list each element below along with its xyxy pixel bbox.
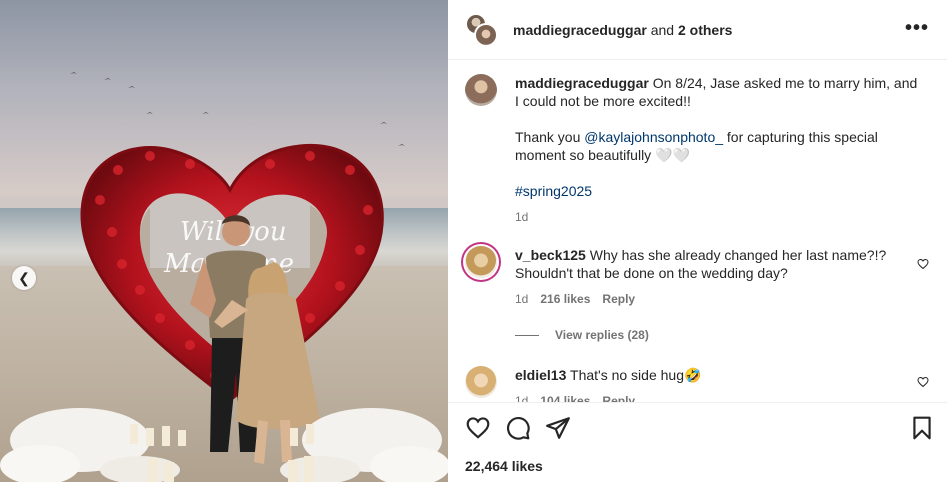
comment-time: 1d (515, 292, 529, 306)
post-panel: maddiegraceduggar and 2 others ••• maddi… (448, 0, 947, 482)
comment-text: v_beck125 Why has she already changed he… (515, 246, 925, 308)
mention-link[interactable]: @kaylajohnsonphoto_ (584, 129, 723, 145)
more-options-button[interactable]: ••• (905, 18, 929, 38)
caption-text: maddiegraceduggar On 8/24, Jase asked me… (515, 74, 925, 226)
caption-username-link[interactable]: maddiegraceduggar (515, 75, 649, 91)
send-icon[interactable] (545, 415, 571, 441)
post-author: maddiegraceduggar and 2 others (513, 22, 732, 38)
divider (515, 334, 539, 336)
post-actions: 22,464 likes (448, 402, 947, 482)
hashtag-link[interactable]: #spring2025 (515, 183, 592, 199)
bookmark-icon[interactable] (909, 415, 935, 441)
view-replies-button[interactable]: View replies (28) (515, 328, 649, 342)
others-link[interactable]: 2 others (678, 22, 732, 38)
heart-icon[interactable] (917, 258, 929, 270)
reply-button[interactable]: Reply (602, 292, 635, 306)
comment-body: That's no side hug🤣 (566, 367, 702, 383)
birds (70, 72, 405, 146)
prev-photo-button[interactable]: ❮ (12, 266, 36, 290)
comment-icon[interactable] (505, 415, 531, 441)
comment: v_beck125 Why has she already changed he… (465, 246, 935, 306)
comment-text: eldiel13 That's no side hug🤣 1d 104 likes… (515, 366, 925, 402)
caption-meta: 1d (515, 208, 925, 226)
author-username-link[interactable]: maddiegraceduggar (513, 22, 647, 38)
collab-avatars[interactable] (465, 12, 499, 47)
comments-section[interactable]: maddiegraceduggar On 8/24, Jase asked me… (448, 60, 947, 402)
post-header: maddiegraceduggar and 2 others ••• (448, 0, 947, 60)
thanks-prefix: Thank you (515, 129, 585, 145)
avatar[interactable] (465, 74, 497, 106)
view-replies-label: View replies (28) (555, 328, 649, 342)
comment: eldiel13 That's no side hug🤣 1d 104 likes… (465, 366, 935, 402)
comment-likes[interactable]: 104 likes (540, 394, 590, 402)
caption-time: 1d (515, 210, 529, 224)
chevron-left-icon: ❮ (18, 269, 30, 286)
likes-count[interactable]: 22,464 likes (465, 458, 543, 474)
reply-button[interactable]: Reply (602, 394, 635, 402)
comment-time: 1d (515, 394, 529, 402)
comment-username-link[interactable]: v_beck125 (515, 247, 586, 263)
avatar[interactable] (465, 366, 497, 398)
caption: maddiegraceduggar On 8/24, Jase asked me… (465, 74, 935, 234)
avatar (474, 22, 498, 47)
avatar[interactable] (465, 246, 497, 278)
heart-icon[interactable] (465, 415, 491, 441)
comment-meta: 1d 104 likes Reply (515, 392, 925, 402)
comment-likes[interactable]: 216 likes (540, 292, 590, 306)
more-horizontal-icon: ••• (904, 17, 929, 39)
comment-username-link[interactable]: eldiel13 (515, 367, 566, 383)
heart-icon[interactable] (917, 376, 929, 388)
comment-meta: 1d 216 likes Reply (515, 290, 925, 308)
proposal-scene: Will you Marry me (0, 72, 448, 482)
and-text: and (646, 21, 678, 38)
post-photo: Will you Marry me (0, 0, 448, 482)
